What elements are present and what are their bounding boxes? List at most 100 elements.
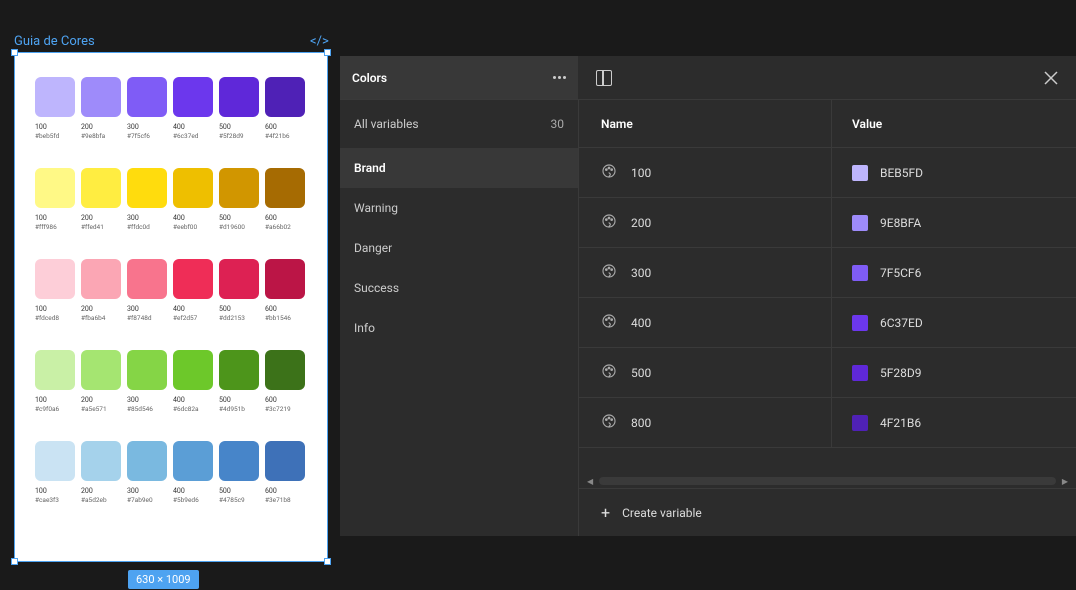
swatch-fill [173, 259, 213, 299]
variable-value-cell[interactable]: 7F5CF6 [831, 248, 1076, 297]
variable-row[interactable]: 800 4F21B6 [579, 398, 1076, 448]
swatch-fill [81, 77, 121, 117]
color-swatch[interactable]: 400 #6dc82a [173, 350, 213, 413]
variable-row[interactable]: 100 BEB5FD [579, 148, 1076, 198]
variable-row[interactable]: 200 9E8BFA [579, 198, 1076, 248]
color-swatch[interactable]: 500 #d19600 [219, 168, 259, 231]
sidebar-item-label: All variables [354, 117, 419, 131]
variable-value-cell[interactable]: 4F21B6 [831, 398, 1076, 447]
swatch-fill [173, 168, 213, 208]
code-icon[interactable]: </> [310, 34, 329, 49]
palette-icon [601, 213, 617, 232]
color-swatch[interactable]: 200 #ffed41 [81, 168, 121, 231]
variable-row[interactable]: 400 6C37ED [579, 298, 1076, 348]
swatch-shade: 200 [81, 305, 121, 314]
swatch-shade: 500 [219, 214, 259, 223]
swatch-hex: #4f21b6 [265, 132, 305, 140]
variable-name-cell[interactable]: 800 [579, 398, 831, 447]
swatch-shade: 500 [219, 396, 259, 405]
variable-name-cell[interactable]: 400 [579, 298, 831, 347]
scroll-right-icon[interactable]: ▶ [1062, 477, 1068, 486]
swatch-shade: 600 [265, 214, 305, 223]
color-swatch[interactable]: 300 #ffdc0d [127, 168, 167, 231]
swatch-shade: 400 [173, 487, 213, 496]
swatch-shade: 300 [127, 123, 167, 132]
column-header-name[interactable]: Name [579, 117, 831, 131]
selection-handle[interactable] [11, 558, 18, 565]
color-swatch[interactable]: 300 #7ab9e0 [127, 441, 167, 504]
swatch-fill [35, 441, 75, 481]
color-swatch[interactable]: 200 #fba6b4 [81, 259, 121, 322]
color-swatch[interactable]: 200 #9e8bfa [81, 77, 121, 140]
variable-hex: 6C37ED [880, 316, 923, 330]
selection-handle[interactable] [324, 558, 331, 565]
sidebar-item-success[interactable]: Success [340, 268, 578, 308]
sidebar-item-info[interactable]: Info [340, 308, 578, 348]
swatch-shade: 500 [219, 487, 259, 496]
variable-name-cell[interactable]: 100 [579, 148, 831, 197]
frame-label[interactable]: Guia de Cores [14, 34, 95, 49]
color-swatch[interactable]: 400 #eebf00 [173, 168, 213, 231]
color-swatch[interactable]: 400 #ef2d57 [173, 259, 213, 322]
color-swatch[interactable]: 100 #beb5fd [35, 77, 75, 140]
sidebar-item-danger[interactable]: Danger [340, 228, 578, 268]
swatch-fill [173, 350, 213, 390]
variable-value-cell[interactable]: BEB5FD [831, 148, 1076, 197]
close-icon[interactable] [1044, 71, 1058, 85]
color-swatch[interactable]: 300 #7f5cf6 [127, 77, 167, 140]
swatch-hex: #3c7219 [265, 405, 305, 413]
layout-icon[interactable] [596, 70, 612, 86]
swatch-hex: #fff986 [35, 223, 75, 231]
color-swatch[interactable]: 500 #4785c9 [219, 441, 259, 504]
variable-count: 30 [551, 117, 565, 131]
color-swatch[interactable]: 100 #fdced8 [35, 259, 75, 322]
color-swatch[interactable]: 300 #f8748d [127, 259, 167, 322]
variable-name-cell[interactable]: 500 [579, 348, 831, 397]
scroll-track[interactable] [599, 477, 1056, 485]
palette-icon [601, 413, 617, 432]
swatch-fill [35, 77, 75, 117]
variable-name-cell[interactable]: 200 [579, 198, 831, 247]
variable-row[interactable]: 500 5F28D9 [579, 348, 1076, 398]
sidebar-item-all-variables[interactable]: All variables 30 [340, 100, 578, 148]
color-swatch[interactable]: 600 #3e71b8 [265, 441, 305, 504]
color-swatch[interactable]: 600 #3c7219 [265, 350, 305, 413]
swatch-shade: 600 [265, 305, 305, 314]
swatch-hex: #6c37ed [173, 132, 213, 140]
variable-value-cell[interactable]: 6C37ED [831, 298, 1076, 347]
variable-name: 800 [631, 416, 651, 430]
color-swatch[interactable]: 100 #fff986 [35, 168, 75, 231]
swatch-fill [219, 168, 259, 208]
color-swatch[interactable]: 500 #dd2153 [219, 259, 259, 322]
canvas-frame[interactable]: 100 #beb5fd 200 #9e8bfa 300 #7f5cf6 400 … [14, 52, 328, 562]
color-swatch[interactable]: 200 #a5e571 [81, 350, 121, 413]
swatch-fill [219, 259, 259, 299]
sidebar-item-brand[interactable]: Brand [340, 148, 578, 188]
variable-value-cell[interactable]: 5F28D9 [831, 348, 1076, 397]
variable-hex: 4F21B6 [880, 416, 921, 430]
selection-handle[interactable] [11, 49, 18, 56]
horizontal-scrollbar[interactable]: ◀ ▶ [579, 474, 1076, 488]
sidebar-item-warning[interactable]: Warning [340, 188, 578, 228]
selection-handle[interactable] [324, 49, 331, 56]
color-swatch[interactable]: 100 #cae3f3 [35, 441, 75, 504]
color-swatch[interactable]: 400 #5b9ed6 [173, 441, 213, 504]
variable-name-cell[interactable]: 300 [579, 248, 831, 297]
color-swatch[interactable]: 600 #bb1546 [265, 259, 305, 322]
scroll-left-icon[interactable]: ◀ [587, 477, 593, 486]
color-swatch[interactable]: 600 #a66b02 [265, 168, 305, 231]
variable-value-cell[interactable]: 9E8BFA [831, 198, 1076, 247]
color-swatch[interactable]: 600 #4f21b6 [265, 77, 305, 140]
swatch-hex: #fdced8 [35, 314, 75, 322]
more-icon[interactable] [553, 76, 566, 79]
color-swatch[interactable]: 500 #5f28d9 [219, 77, 259, 140]
create-variable-button[interactable]: + Create variable [579, 488, 1076, 536]
color-swatch[interactable]: 100 #c9f0a6 [35, 350, 75, 413]
color-swatch[interactable]: 300 #85d546 [127, 350, 167, 413]
color-swatch[interactable]: 500 #4d951b [219, 350, 259, 413]
color-swatch[interactable]: 400 #6c37ed [173, 77, 213, 140]
swatch-shade: 600 [265, 396, 305, 405]
variable-row[interactable]: 300 7F5CF6 [579, 248, 1076, 298]
column-header-value[interactable]: Value [831, 100, 1076, 147]
color-swatch[interactable]: 200 #a5d2eb [81, 441, 121, 504]
